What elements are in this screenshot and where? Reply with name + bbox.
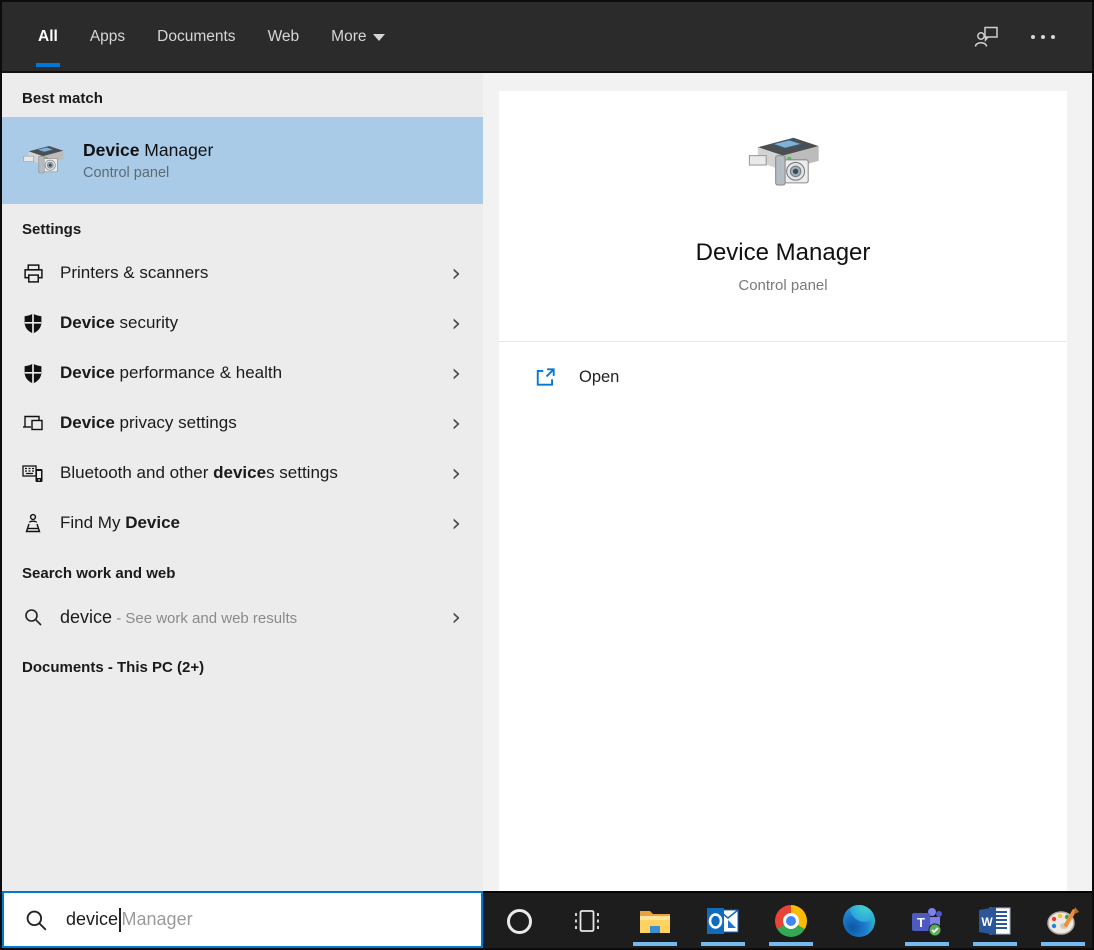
tab-more-label: More xyxy=(331,28,366,46)
chevron-right-icon: › xyxy=(451,361,469,385)
chevron-right-icon: › xyxy=(451,311,469,335)
chevron-right-icon: › xyxy=(451,605,469,629)
documents-section-header: Documents - This PC (2+) xyxy=(2,642,483,686)
search-typed-text: device xyxy=(66,909,118,930)
tab-all-label: All xyxy=(38,28,58,46)
web-search-result-device[interactable]: device - See work and web results › xyxy=(2,592,483,642)
settings-item-printers-scanners[interactable]: Printers & scanners › xyxy=(2,248,483,298)
shield-icon xyxy=(22,362,44,384)
tab-web-label: Web xyxy=(268,28,300,46)
open-button[interactable]: Open xyxy=(499,342,1067,388)
search-web-section-header: Search work and web xyxy=(2,548,483,592)
teams-icon[interactable]: T xyxy=(903,897,951,945)
edge-icon[interactable] xyxy=(835,897,883,945)
search-inline-suggestion: Manager xyxy=(122,909,193,930)
cortana-icon[interactable] xyxy=(495,897,543,945)
results-panel: Best match Device Manager xyxy=(2,73,483,891)
tab-documents-label: Documents xyxy=(157,28,235,46)
tab-all[interactable]: All xyxy=(22,2,74,71)
preview-subtitle: Control panel xyxy=(738,277,827,294)
svg-text:T: T xyxy=(917,915,925,930)
chevron-right-icon: › xyxy=(451,411,469,435)
preview-pane: Device Manager Control panel Open xyxy=(499,91,1067,891)
device-manager-icon xyxy=(19,137,67,185)
tab-web[interactable]: Web xyxy=(252,2,316,71)
best-match-subtitle: Control panel xyxy=(83,165,213,181)
best-match-title: Device Manager xyxy=(83,140,213,161)
settings-item-device-performance-health[interactable]: Device performance & health › xyxy=(2,348,483,398)
settings-item-device-privacy[interactable]: Device privacy settings › xyxy=(2,398,483,448)
tab-documents[interactable]: Documents xyxy=(141,2,251,71)
settings-item-bluetooth-devices[interactable]: Bluetooth and other devices settings › xyxy=(2,448,483,498)
svg-text:W: W xyxy=(981,915,993,929)
chevron-right-icon: › xyxy=(451,261,469,285)
chrome-icon[interactable] xyxy=(767,897,815,945)
open-button-label: Open xyxy=(579,368,619,387)
best-match-result-device-manager[interactable]: Device Manager Control panel xyxy=(2,117,483,204)
outlook-icon[interactable] xyxy=(699,897,747,945)
bluetooth-devices-icon xyxy=(22,462,44,484)
search-filter-bar: All Apps Documents Web More xyxy=(2,2,1092,73)
chevron-down-icon xyxy=(373,34,385,41)
tab-more[interactable]: More xyxy=(315,2,401,71)
web-search-hint: - See work and web results xyxy=(112,610,297,627)
windows-search-panel: All Apps Documents Web More xyxy=(0,0,1094,950)
filter-tabs: All Apps Documents Web More xyxy=(22,2,401,71)
find-my-device-icon xyxy=(22,512,44,534)
tab-apps-label: Apps xyxy=(90,28,125,46)
search-input[interactable]: deviceManager xyxy=(2,891,483,948)
best-match-header: Best match xyxy=(2,73,483,117)
chevron-right-icon: › xyxy=(451,511,469,535)
feedback-icon[interactable] xyxy=(972,22,1002,52)
settings-item-find-my-device[interactable]: Find My Device › xyxy=(2,498,483,548)
word-icon[interactable]: W xyxy=(971,897,1019,945)
chevron-right-icon: › xyxy=(451,461,469,485)
search-icon xyxy=(24,908,48,932)
device-manager-icon-large xyxy=(741,129,825,199)
tab-apps[interactable]: Apps xyxy=(74,2,141,71)
devices-icon xyxy=(22,412,44,434)
open-external-icon xyxy=(535,366,557,388)
settings-section-header: Settings xyxy=(2,204,483,248)
task-view-icon[interactable] xyxy=(563,897,611,945)
paint-icon[interactable] xyxy=(1039,897,1087,945)
shield-icon xyxy=(22,312,44,334)
printer-icon xyxy=(22,262,44,284)
search-icon xyxy=(22,606,44,628)
file-explorer-icon[interactable] xyxy=(631,897,679,945)
web-search-term: device xyxy=(60,607,112,627)
text-cursor xyxy=(119,908,121,932)
settings-item-device-security[interactable]: Device security › xyxy=(2,298,483,348)
search-results-area: Best match Device Manager xyxy=(2,73,1092,891)
more-options-icon[interactable] xyxy=(1028,22,1058,52)
preview-title: Device Manager xyxy=(696,239,871,267)
